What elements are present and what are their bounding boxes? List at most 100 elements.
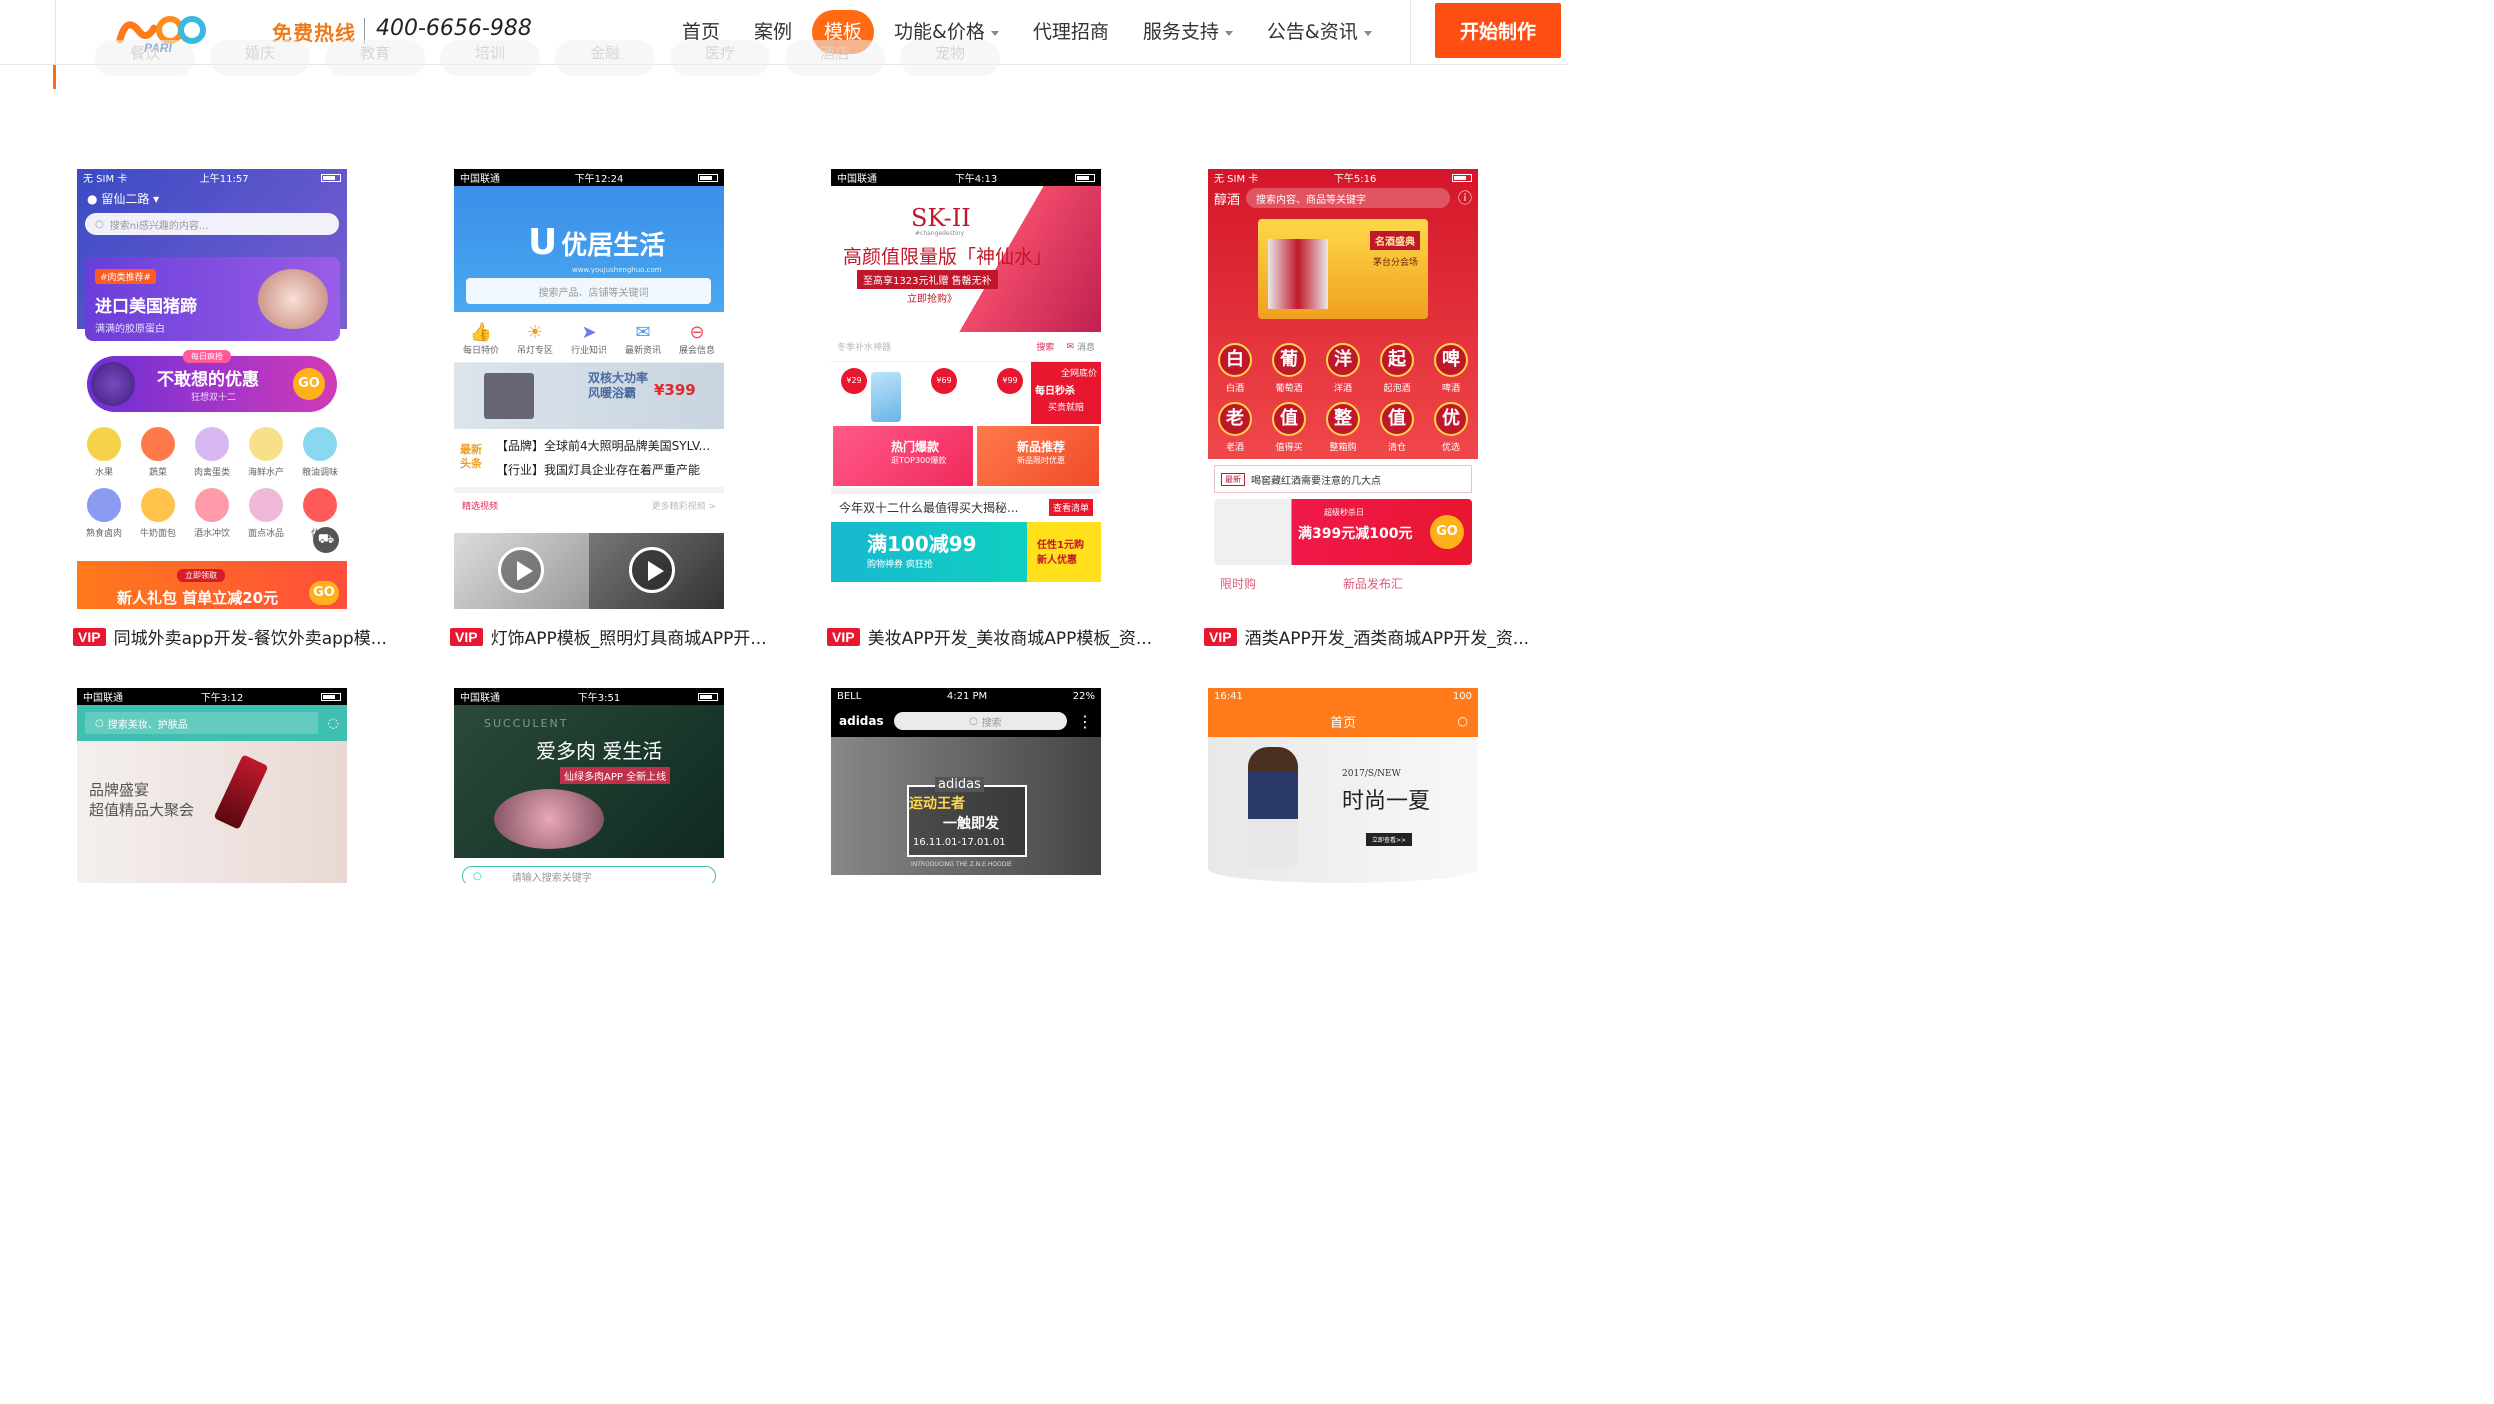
search-icon: ○ (968, 715, 978, 727)
nav-item-templates[interactable]: 模板 (812, 10, 875, 54)
play-icon (498, 547, 544, 593)
chevron-down-icon (1224, 30, 1233, 36)
news-ticker: 最新头条 【品牌】全球前4大照明品牌美国SYLV... 【行业】我国灯具企业存在… (454, 429, 724, 493)
product-image (871, 372, 901, 422)
product-image (484, 373, 534, 419)
vip-badge: VIP (1204, 627, 1237, 646)
hotline-number: 400-6656-988 (376, 16, 532, 41)
more-icon: ⋮ (1077, 711, 1093, 731)
shortcut-icons: 👍 每日特价 ☀ 吊灯专区 ➤ 行业知识 ✉ 最新资讯 ⊖ 展会信息 (454, 312, 724, 363)
hero-banner: SK-II #changedestiny 高颜值限量版「神仙水」 至高享1323… (831, 186, 1101, 332)
hero-banner: 2017/S/NEW 时尚一夏 立即查看>> (1208, 737, 1478, 883)
store-name: 醇酒 (1214, 192, 1241, 208)
bottom-tabs: 限时购 新品发布汇 (1220, 577, 1404, 591)
search-input: ○ 搜索ni感兴趣的内容... (85, 213, 339, 235)
mail-icon: ✉ (635, 322, 651, 343)
video-section-header: 精选视频 更多精彩视频 > (462, 502, 716, 512)
status-bar: 中国联通 下午12:24 (454, 169, 724, 186)
vip-badge: VIP (827, 627, 860, 646)
template-thumbnail[interactable]: 中国联通 下午12:24 U 优居生活 www.youjushenghuo.com… (454, 169, 724, 609)
search-bar: 冬季补水神器 搜索 ✉ 消息 (831, 332, 1101, 362)
search-input: 搜索内容、商品等关键字 (1246, 188, 1450, 208)
category-deli: 熟食卤肉 (77, 488, 131, 539)
template-thumbnail[interactable]: 16:41 100 首页 ○ 2017/S/NEW 时尚一夏 立即查看>> (1208, 688, 1478, 883)
category-icecream: 面点冰品 (239, 488, 293, 539)
logo[interactable]: PARI (116, 10, 208, 54)
category-grain-oil: 粮油调味 (293, 427, 347, 478)
template-thumbnail[interactable]: 中国联通 下午4:13 SK-II #changedestiny 高颜值限量版「… (831, 169, 1101, 609)
nav-item-home[interactable]: 首页 (668, 10, 734, 54)
template-title[interactable]: VIP 美妆APP开发_美妆商城APP模板_资... (827, 624, 1167, 649)
promo-banner: 每日疯抢 不敢想的优惠 狂想双十二 GO (87, 350, 337, 412)
status-bar: 中国联通 下午3:12 (77, 688, 347, 705)
svg-text:PARI: PARI (144, 41, 172, 54)
battery-icon (321, 173, 341, 182)
product-banner: 双核大功率 风暖浴霸 ¥399 (454, 363, 724, 429)
hero-banner: adidas 运动王者 一触即发 16.11.01-17.01.01 INTRO… (831, 737, 1101, 875)
product-image (258, 269, 328, 329)
battery-icon (697, 173, 718, 182)
hotline-separator (364, 18, 365, 44)
news-ticker: 最新 喝窖藏红酒需要注意的几大点 (1214, 465, 1472, 493)
promo-banner: 超级秒杀日 满399元减100元 GO (1214, 499, 1472, 565)
hotline-label: 免费热线 (272, 21, 356, 45)
template-title[interactable]: VIP 灯饰APP模板_照明灯具商城APP开... (450, 624, 790, 649)
hero-banner: 品牌盛宴 超值精品大聚会 (77, 741, 347, 883)
app-title-bar: 首页 ○ (1208, 705, 1478, 737)
category-vegetables: 蔬菜 (131, 427, 185, 478)
product-strip: ¥29 ¥69 ¥99 全网底价 每日秒杀 买贵就赔 (831, 362, 1101, 424)
main-nav: 首页 案例 模板 功能&价格 代理招商 服务支持 公告&资讯 (668, 0, 1392, 64)
article-row: 今年双十二什么最值得买大揭秘... 查看清单 (831, 488, 1101, 520)
nav-item-agency[interactable]: 代理招商 (1019, 10, 1123, 54)
search-input: ○ 搜索 (893, 712, 1067, 730)
left-divider (55, 0, 56, 64)
chat-icon: ◌ (327, 715, 339, 731)
template-title[interactable]: VIP 酒类APP开发_酒类商城APP开发_资... (1204, 624, 1544, 649)
battery-icon (698, 692, 718, 701)
succulent-image (494, 789, 604, 849)
category-seafood: 海鲜水产 (239, 427, 293, 478)
nav-item-cases[interactable]: 案例 (740, 10, 806, 54)
video-thumbnail (589, 533, 724, 609)
category-icons: 水果 蔬菜 肉禽蛋类 海鲜水产 粮油调味 熟食卤肉 牛奶面包 酒水冲饮 面点冰品… (77, 427, 347, 539)
category-dairy: 牛奶面包 (131, 488, 185, 539)
category-fruit: 水果 (77, 427, 131, 478)
feature-tiles: 热门爆款 逛TOP300爆款 新品推荐 新品限时优惠 (831, 424, 1101, 488)
shortcut-news: ✉ 最新资讯 (616, 322, 670, 356)
battery-icon (1451, 173, 1472, 182)
brand-logo: adidas (839, 714, 884, 728)
search-icon: ○ (95, 717, 104, 729)
nav-item-features-pricing[interactable]: 功能&价格 (880, 10, 1013, 54)
search-input: ○ 搜索美妆、护肤品 (85, 712, 318, 734)
search-icon: ○ (95, 218, 104, 230)
banner: #肉类推荐# 进口美国猪蹄 满满的胶原蛋白 (85, 257, 340, 341)
vip-badge: VIP (73, 627, 106, 646)
status-bar: 无 SIM 卡 上午11:57 (77, 169, 347, 186)
status-bar: 无 SIM 卡 下午5:16 (1208, 169, 1478, 186)
start-create-button[interactable]: 开始制作 (1435, 3, 1561, 58)
template-thumbnail[interactable]: 中国联通 下午3:12 ○ 搜索美妆、护肤品 ◌ 品牌盛宴 超值精品大聚会 (77, 688, 347, 883)
nav-item-news[interactable]: 公告&资讯 (1253, 10, 1386, 54)
video-thumbnail (454, 533, 589, 609)
top-header: PARI 免费热线 400-6656-988 首页 案例 模板 功能&价格 代理… (0, 0, 1568, 65)
shortcut-exhibitions: ⊖ 展会信息 (670, 322, 724, 356)
template-thumbnail[interactable]: 中国联通 下午3:51 SUCCULENT 爱多肉 爱生活 仙绿多肉APP 全新… (454, 688, 724, 883)
template-thumbnail[interactable]: 无 SIM 卡 下午5:16 醇酒 搜索内容、商品等关键字 ⓘ 名酒盛典 茅台分… (1208, 169, 1478, 609)
message-icon: ✉ (1066, 341, 1074, 352)
template-title[interactable]: VIP 同城外卖app开发-餐饮外卖app模... (73, 624, 413, 649)
flash-sale: 全网底价 每日秒杀 买贵就赔 (1031, 362, 1101, 424)
nav-divider (1410, 0, 1411, 64)
status-bar: BELL 4:21 PM 22% (831, 688, 1101, 705)
hero-banner: SUCCULENT 爱多肉 爱生活 仙绿多肉APP 全新上线 (454, 705, 724, 858)
template-thumbnail[interactable]: 无 SIM 卡 上午11:57 ● 留仙二路 ▾ ○ 搜索ni感兴趣的内容...… (77, 169, 347, 609)
category-drinks: 酒水冲饮 (185, 488, 239, 539)
status-bar: 16:41 100 (1208, 688, 1478, 705)
minus-circle-icon: ⊖ (689, 322, 705, 343)
search-button: 搜索 (1036, 343, 1055, 353)
search-input: 搜索产品、店铺等关键词 (466, 278, 711, 304)
nav-item-support[interactable]: 服务支持 (1129, 10, 1247, 54)
paper-plane-icon: ➤ (581, 322, 597, 343)
template-thumbnail[interactable]: BELL 4:21 PM 22% adidas ○ 搜索 ⋮ adidas 运动王… (831, 688, 1101, 883)
search-input: 冬季补水神器 (837, 343, 892, 353)
coupon-banner: 满100减99 购物神券 疯狂抢 任性1元购 新人优惠 (831, 522, 1101, 582)
